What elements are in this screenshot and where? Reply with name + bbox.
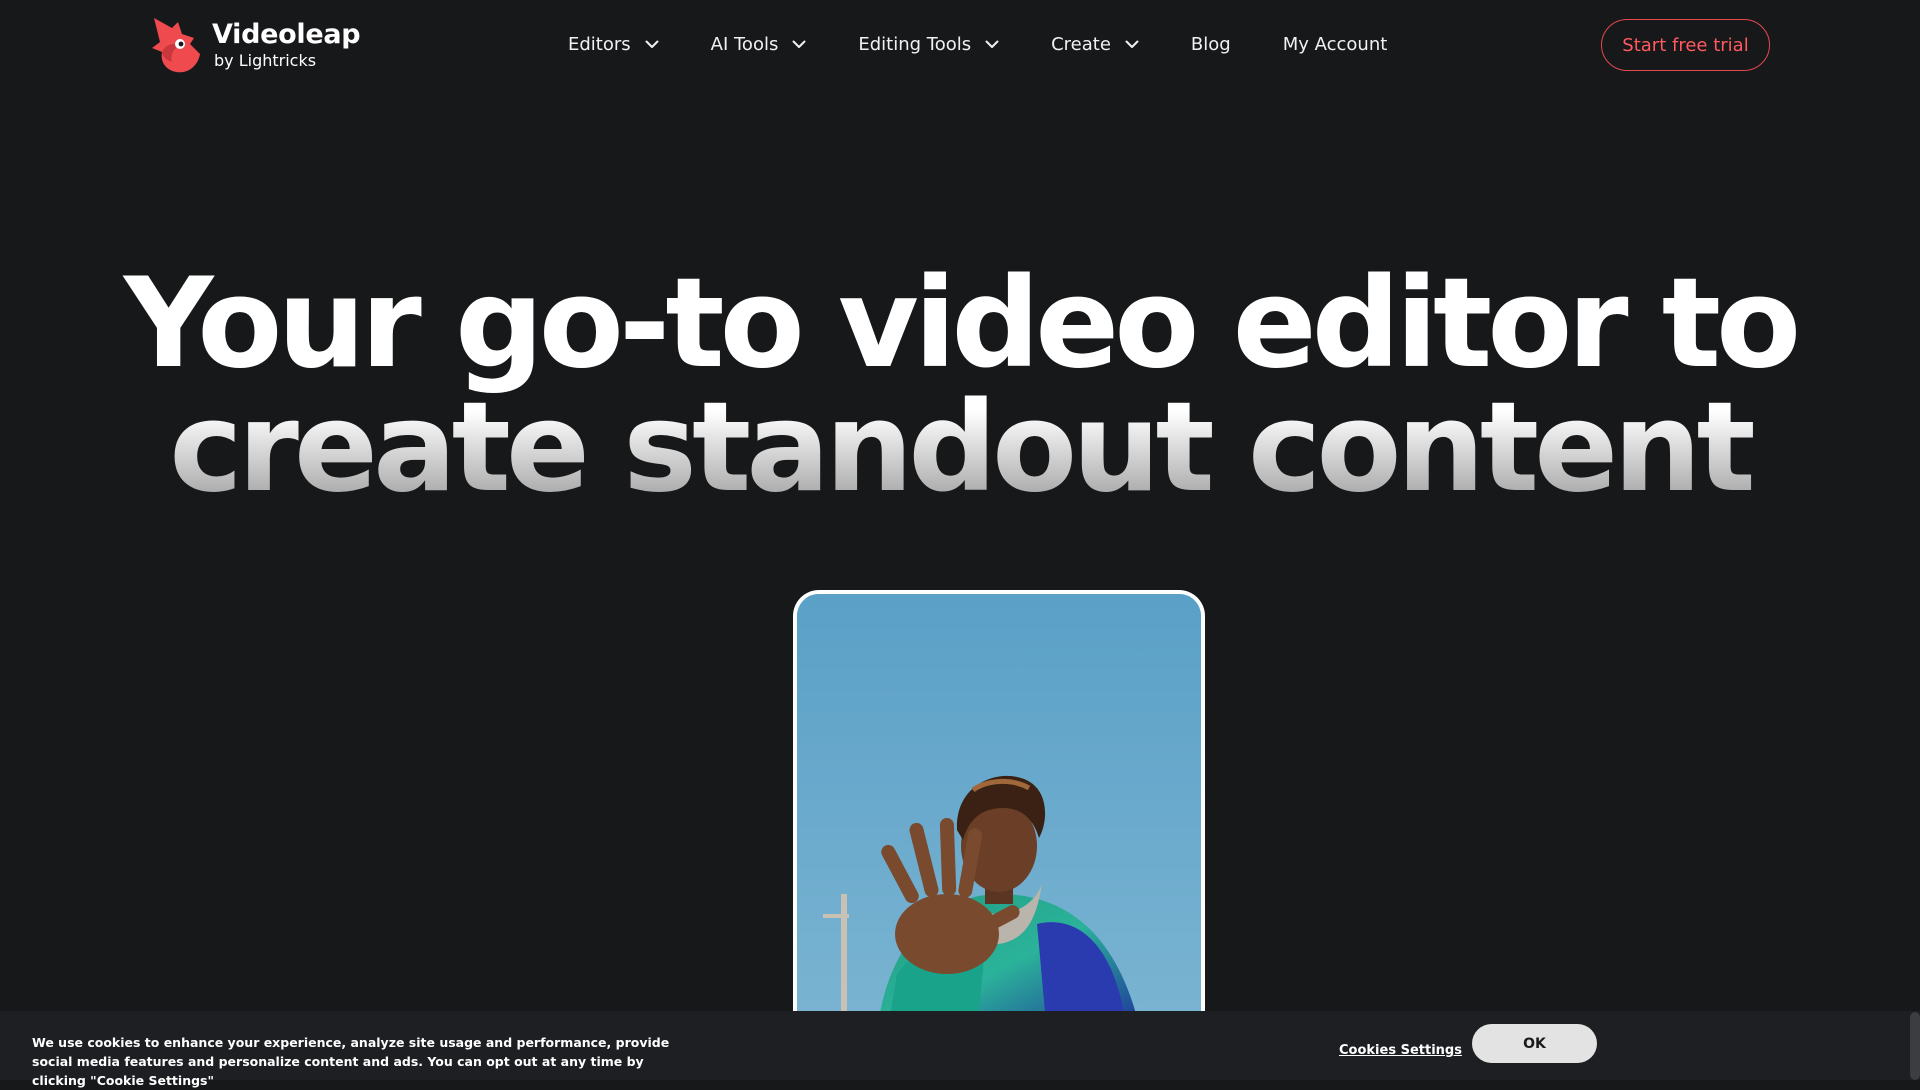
chevron-down-icon: [792, 40, 806, 48]
logo[interactable]: Videoleap by Lightricks: [148, 14, 361, 76]
cookie-banner: We use cookies to enhance your experienc…: [0, 1011, 1920, 1088]
nav-editing-tools[interactable]: Editing Tools: [858, 34, 999, 55]
site-header: Videoleap by Lightricks Editors AI Tools…: [0, 0, 1920, 88]
logo-name: Videoleap: [212, 19, 361, 50]
cookie-ok-button[interactable]: OK: [1472, 1024, 1597, 1063]
start-free-trial-button[interactable]: Start free trial: [1601, 19, 1770, 71]
scrollbar-thumb[interactable]: [1910, 1012, 1920, 1080]
nav-ai-tools[interactable]: AI Tools: [711, 34, 807, 55]
cookie-message: We use cookies to enhance your experienc…: [32, 1035, 670, 1088]
nav-ai-tools-label: AI Tools: [710, 33, 779, 55]
nav-create[interactable]: Create: [1051, 34, 1139, 55]
nav-editing-tools-label: Editing Tools: [858, 33, 972, 55]
nav-blog-label: Blog: [1190, 33, 1231, 55]
videoleap-logo-icon: [152, 18, 200, 73]
cookies-settings-link[interactable]: Cookies Settings: [1339, 1043, 1462, 1058]
hero-heading-line-2: create standout content: [0, 386, 1920, 510]
hero-heading-line-1: Your go-to video editor to: [123, 252, 1801, 396]
hero-video-phone-frame: [793, 590, 1205, 1030]
nav-blog[interactable]: Blog: [1191, 34, 1231, 55]
nav-editors-label: Editors: [568, 33, 631, 55]
nav-editors[interactable]: Editors: [568, 34, 659, 55]
chevron-down-icon: [645, 40, 659, 48]
main-nav: Editors AI Tools Editing Tools Create Bl…: [568, 28, 1439, 60]
hero-heading: Your go-to video editor to create stando…: [0, 262, 1920, 510]
nav-my-account[interactable]: My Account: [1283, 34, 1388, 55]
hero-video[interactable]: [797, 594, 1201, 1030]
chevron-down-icon: [1125, 40, 1139, 48]
nav-create-label: Create: [1051, 33, 1111, 55]
nav-my-account-label: My Account: [1282, 33, 1388, 55]
logo-byline: by Lightricks: [214, 51, 317, 70]
chevron-down-icon: [985, 40, 999, 48]
